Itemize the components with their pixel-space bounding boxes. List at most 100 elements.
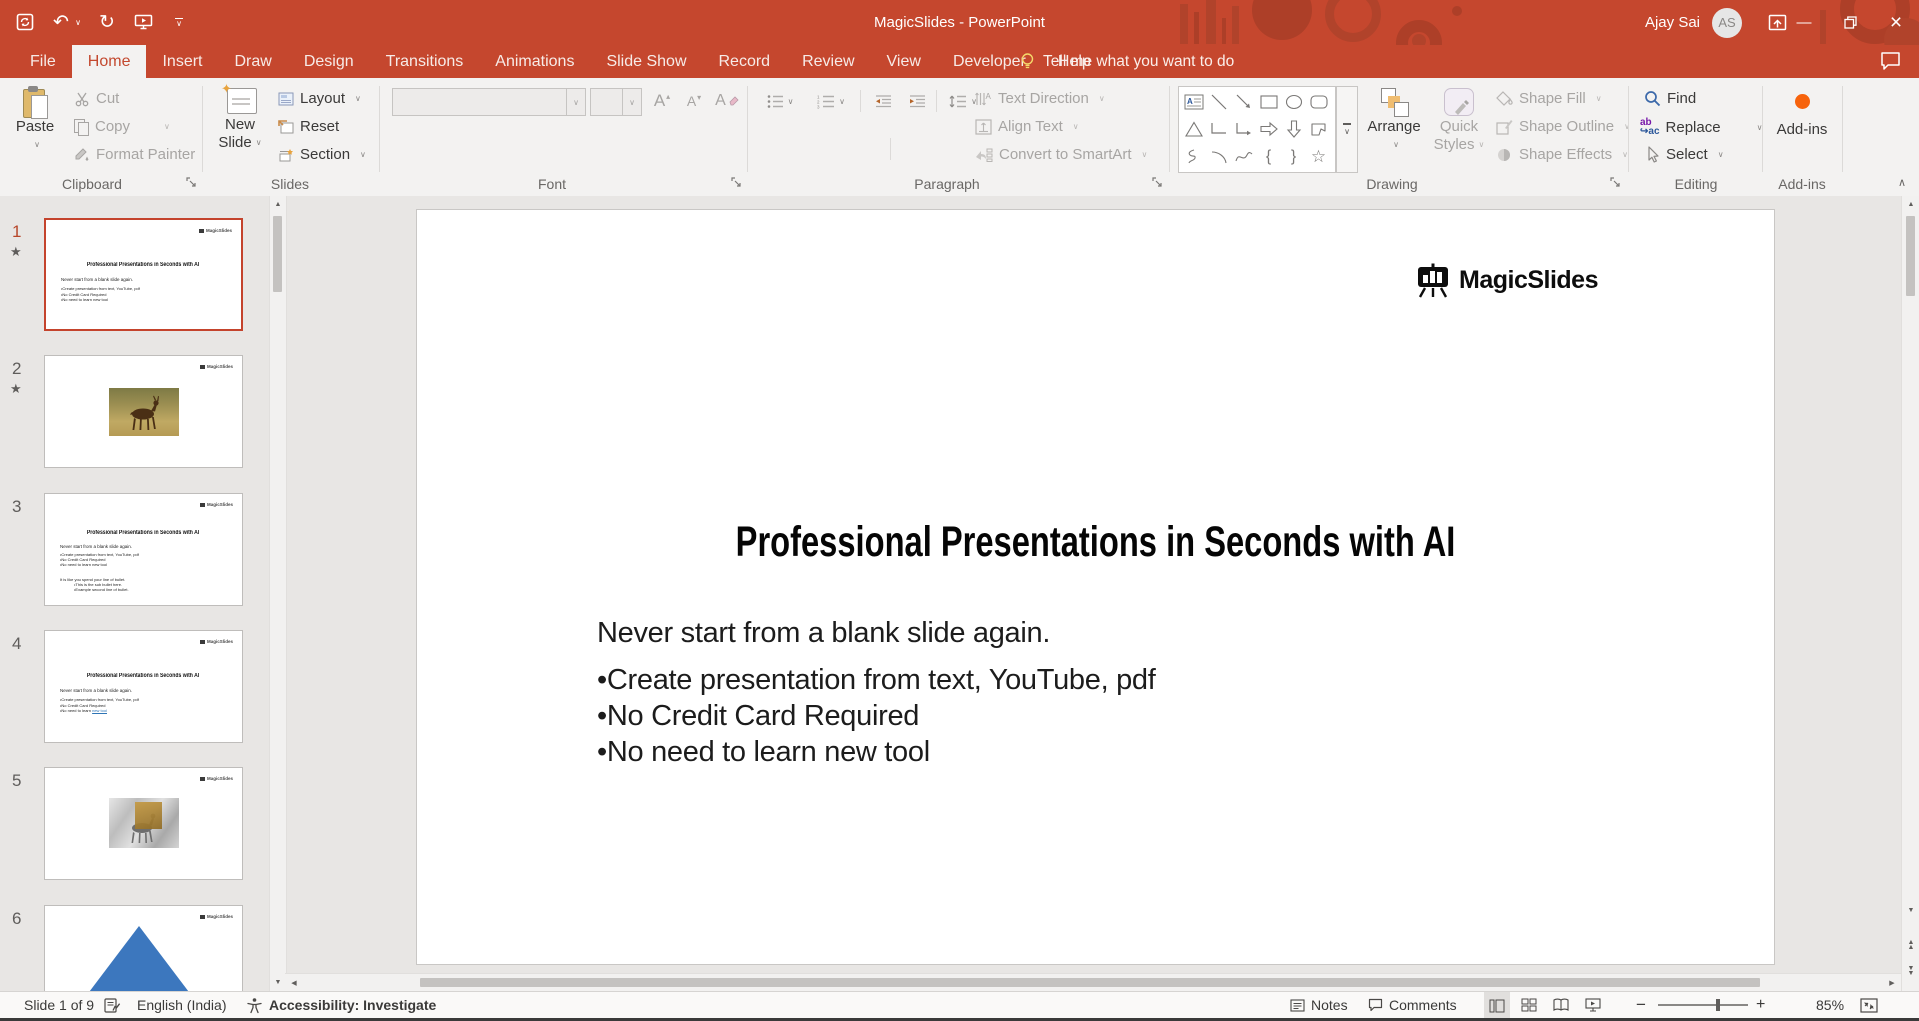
slide-show-view-button[interactable] [1580,992,1606,1018]
font-name-combobox[interactable]: ∨ [392,88,586,116]
replace-button[interactable]: ab ↪ac Replace [1640,118,1762,137]
new-slide-button[interactable]: ✦ New Slide [212,81,268,152]
grow-font-button[interactable]: A ▴ [648,88,676,114]
scrollbar-thumb[interactable] [420,978,1760,987]
customize-qat-icon[interactable]: ∨ [168,11,190,33]
decrease-indent-button[interactable] [868,88,898,114]
scroll-right-icon[interactable]: ▶ [1883,974,1901,992]
font-size-combobox[interactable]: ∨ [590,88,642,116]
slide-sorter-view-button[interactable] [1516,992,1542,1018]
restore-button[interactable] [1827,0,1873,45]
zoom-out-button[interactable]: − [1636,992,1646,1018]
scroll-down-icon[interactable]: ▼ [270,974,286,991]
zoom-slider-thumb[interactable] [1716,999,1720,1011]
scroll-up-icon[interactable]: ▲ [1902,196,1919,213]
slide-thumbnail-3[interactable]: MagicSlides Professional Presentations i… [44,493,243,606]
spell-check-button[interactable] [104,992,121,1018]
tab-insert[interactable]: Insert [146,45,218,78]
slide-lead-text[interactable]: Never start from a blank slide again. [597,617,1050,650]
shape-star-icon[interactable]: ☆ [1306,143,1331,170]
minimize-button[interactable]: — [1781,0,1827,45]
scroll-down-icon[interactable]: ▼ [1902,902,1919,919]
scroll-up-icon[interactable]: ▲ [270,196,286,213]
drawing-dialog-launcher[interactable] [1610,177,1624,191]
thumbnail-panel-scrollbar[interactable]: ▲ ▼ [269,196,287,991]
undo-dropdown-icon[interactable]: ∨ [74,11,82,33]
close-button[interactable]: × [1873,0,1919,45]
shape-right-arrow-icon[interactable] [1256,115,1281,142]
slide-thumbnail-1[interactable]: MagicSlides Professional Presentations i… [44,218,243,331]
zoom-slider[interactable] [1658,999,1748,1011]
shape-rectangle-icon[interactable] [1256,88,1281,115]
numbering-button[interactable]: 123 [808,88,854,114]
tab-design[interactable]: Design [288,45,370,78]
fit-slide-to-window-button[interactable] [1860,992,1878,1018]
slide-indicator[interactable]: Slide 1 of 9 [24,992,94,1018]
increase-indent-button[interactable] [902,88,932,114]
avatar[interactable]: AS [1712,7,1742,38]
scroll-left-icon[interactable]: ◀ [285,974,303,992]
clear-formatting-button[interactable]: A [712,88,742,114]
copy-button[interactable]: Copy [74,118,170,136]
shape-arc-icon[interactable] [1206,143,1231,170]
shape-rounded-rectangle-icon[interactable] [1306,88,1331,115]
shape-textbox-icon[interactable]: A [1181,88,1206,115]
shape-arrow-icon[interactable] [1231,88,1256,115]
slide-canvas[interactable]: MagicSlides Professional Presentations i… [416,209,1775,965]
previous-slide-button[interactable]: ▲ ▲ [1902,936,1919,953]
tab-record[interactable]: Record [703,45,787,78]
slide-title[interactable]: Professional Presentations in Seconds wi… [417,518,1774,567]
bullets-button[interactable] [758,88,802,114]
slide-bullet-list[interactable]: Create presentation from text, YouTube, … [597,662,1156,770]
slide-thumbnail-6[interactable]: MagicSlides [44,905,243,991]
convert-to-smartart-button[interactable]: Convert to SmartArt [975,146,1147,163]
shape-effects-button[interactable]: Shape Effects [1496,146,1628,163]
start-slideshow-icon[interactable] [132,11,154,33]
tab-view[interactable]: View [871,45,937,78]
redo-icon[interactable]: ↻ [96,11,118,33]
slide-thumbnail-4[interactable]: MagicSlides Professional Presentations i… [44,630,243,743]
quick-styles-button[interactable]: Quick Styles [1428,88,1490,154]
language-button[interactable]: English (India) [137,992,227,1018]
add-ins-button[interactable]: Add-ins [1772,86,1832,139]
tab-home[interactable]: Home [71,45,147,78]
tab-review[interactable]: Review [786,45,870,78]
comments-button[interactable]: Comments [1368,992,1457,1018]
reading-view-button[interactable] [1548,992,1574,1018]
comments-bubble-icon[interactable] [1880,51,1901,71]
reset-button[interactable]: Reset [278,118,339,135]
canvas-vertical-scrollbar[interactable]: ▲ ▼ ▲ ▲ ▼ ▼ [1901,196,1919,991]
zoom-level[interactable]: 85% [1816,992,1844,1018]
shrink-font-button[interactable]: A ▾ [680,88,708,114]
zoom-in-button[interactable]: + [1756,992,1765,1018]
normal-view-button[interactable] [1484,992,1510,1019]
select-button[interactable]: Select [1646,146,1724,163]
paragraph-dialog-launcher[interactable] [1152,177,1166,191]
find-button[interactable]: Find [1644,90,1696,107]
shape-left-brace-icon[interactable]: { [1256,143,1281,170]
shape-line-icon[interactable] [1206,88,1231,115]
shape-elbow-connector-icon[interactable] [1206,115,1231,142]
slide-thumbnail-2[interactable]: MagicSlides [44,355,243,468]
tab-draw[interactable]: Draw [218,45,287,78]
shape-freeform-icon[interactable] [1306,115,1331,142]
cut-button[interactable]: Cut [74,90,119,107]
save-icon[interactable] [14,11,36,33]
shape-fill-button[interactable]: Shape Fill [1496,90,1602,107]
arrange-button[interactable]: Arrange [1364,88,1424,154]
shapes-gallery-more-button[interactable]: ∨ [1336,86,1358,173]
canvas-horizontal-scrollbar[interactable]: ◀ ▶ [285,973,1901,992]
scrollbar-thumb[interactable] [1906,216,1915,296]
clipboard-dialog-launcher[interactable] [186,177,200,191]
tab-file[interactable]: File [14,45,72,78]
notes-button[interactable]: Notes [1290,992,1348,1018]
font-dialog-launcher[interactable] [731,177,745,191]
section-button[interactable]: Section [278,146,366,163]
slide-thumbnail-5[interactable]: MagicSlides [44,767,243,880]
shape-triangle-icon[interactable] [1181,115,1206,142]
tab-transitions[interactable]: Transitions [370,45,480,78]
text-direction-button[interactable]: A Text Direction [975,90,1105,107]
shape-oval-icon[interactable] [1281,88,1306,115]
paste-button[interactable]: Paste [10,86,60,154]
tab-animations[interactable]: Animations [479,45,590,78]
